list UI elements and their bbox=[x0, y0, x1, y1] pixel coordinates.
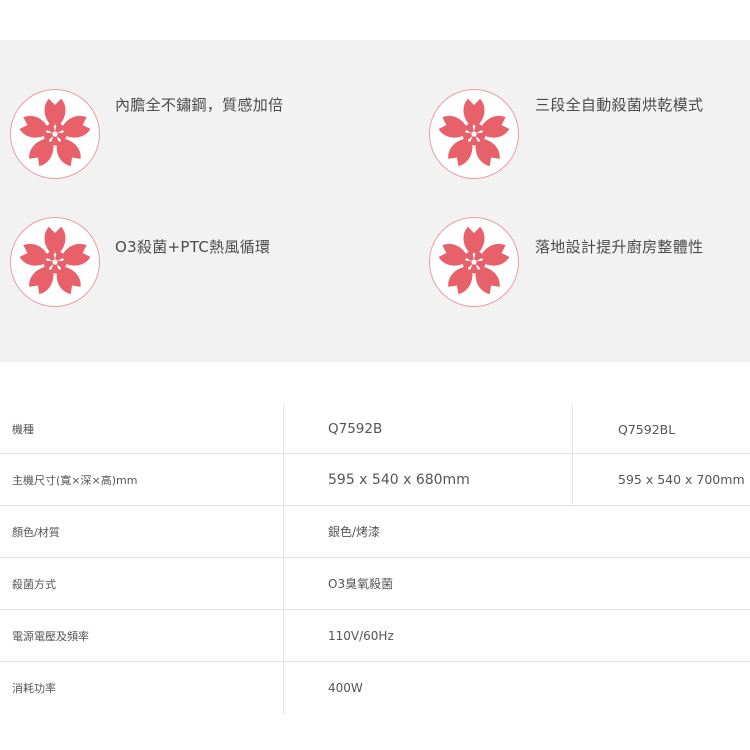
spec-value: 400W bbox=[283, 662, 363, 714]
spec-value-model-2: Q7592BL bbox=[572, 405, 675, 453]
feature-badge bbox=[429, 217, 519, 307]
spec-value-model-1: Q7592B bbox=[283, 405, 382, 453]
spec-value: 銀色/烤漆 bbox=[283, 506, 380, 557]
spec-value: O3臭氧殺菌 bbox=[283, 558, 393, 609]
table-row: 主機尺寸(寬×深×高)mm 595 x 540 x 680mm 595 x 54… bbox=[0, 454, 750, 506]
table-row: 機種 Q7592B Q7592BL bbox=[0, 405, 750, 454]
table-row: 電源電壓及頻率 110V/60Hz bbox=[0, 610, 750, 662]
spec-value-model-1: 595 x 540 x 680mm bbox=[283, 454, 470, 505]
table-row: 消耗功率 400W bbox=[0, 662, 750, 714]
spec-label: 殺菌方式 bbox=[12, 577, 56, 591]
spec-label: 機種 bbox=[12, 423, 34, 436]
table-row: 顏色/材質 銀色/烤漆 bbox=[0, 506, 750, 558]
spec-value-model-2: 595 x 540 x 700mm bbox=[572, 454, 745, 505]
feature-panel: 內膽全不鏽鋼，質感加倍 三段全自動殺菌烘乾模式 O3殺菌+PTC熱風循環 落地設… bbox=[0, 40, 750, 362]
spec-label: 主機尺寸(寬×深×高)mm bbox=[12, 473, 138, 487]
spec-label: 消耗功率 bbox=[12, 682, 56, 695]
table-row: 殺菌方式 O3臭氧殺菌 bbox=[0, 558, 750, 610]
sakura-flower-icon bbox=[430, 218, 518, 306]
spec-label: 電源電壓及頻率 bbox=[12, 629, 89, 643]
spec-value: 110V/60Hz bbox=[283, 610, 394, 661]
spec-label: 顏色/材質 bbox=[12, 525, 60, 539]
feature-text: 落地設計提升廚房整體性 bbox=[535, 238, 704, 256]
feature-item: 落地設計提升廚房整體性 bbox=[0, 40, 750, 362]
